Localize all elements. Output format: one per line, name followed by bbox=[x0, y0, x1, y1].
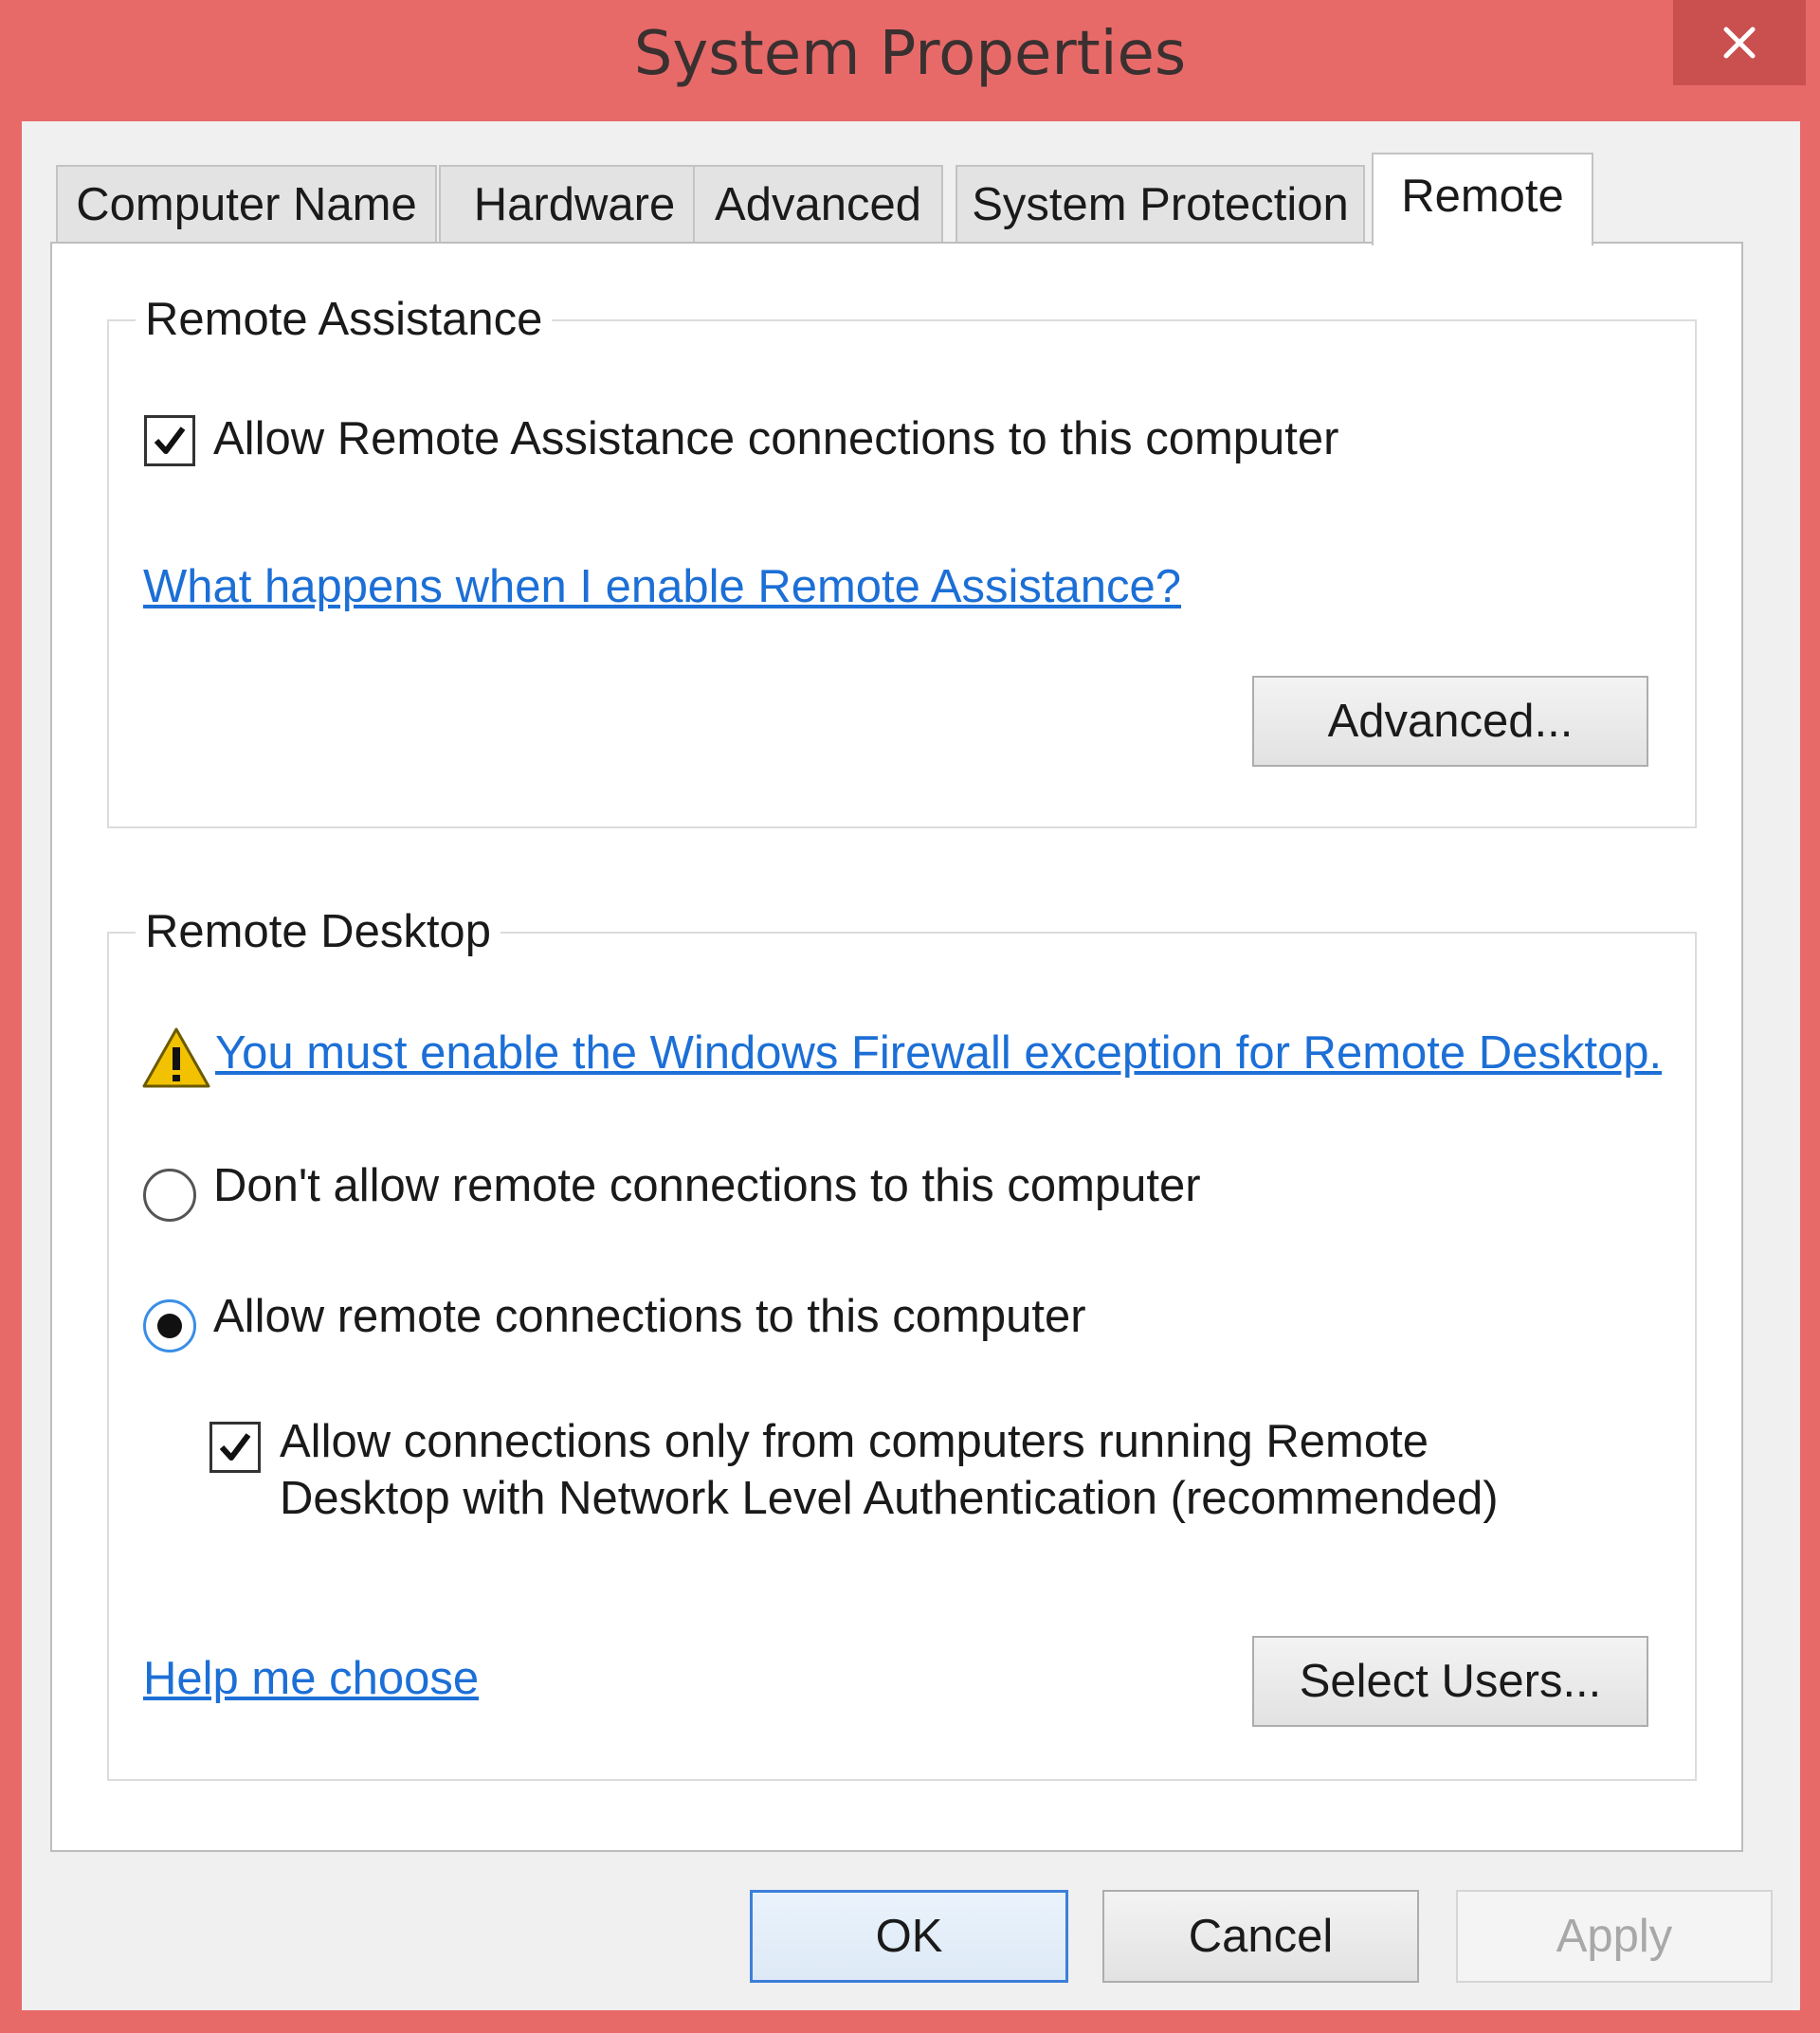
nla-only-label-line2[interactable]: Desktop with Network Level Authenticatio… bbox=[280, 1470, 1499, 1527]
tab-remote[interactable]: Remote bbox=[1372, 153, 1593, 245]
dont-allow-remote-label[interactable]: Don't allow remote connections to this c… bbox=[213, 1157, 1201, 1214]
checkmark-icon bbox=[219, 1433, 251, 1461]
tab-hardware[interactable]: Hardware bbox=[439, 165, 710, 243]
allow-remote-assistance-checkbox[interactable] bbox=[144, 415, 195, 466]
tab-computer-name[interactable]: Computer Name bbox=[56, 165, 437, 243]
remote-assistance-advanced-button[interactable]: Advanced... bbox=[1252, 676, 1648, 767]
apply-button[interactable]: Apply bbox=[1456, 1890, 1773, 1983]
dont-allow-remote-radio[interactable] bbox=[143, 1169, 196, 1222]
nla-only-label-line1[interactable]: Allow connections only from computers ru… bbox=[280, 1413, 1429, 1470]
tab-system-protection[interactable]: System Protection bbox=[956, 165, 1365, 243]
select-users-button[interactable]: Select Users... bbox=[1252, 1636, 1648, 1727]
ok-button[interactable]: OK bbox=[750, 1890, 1068, 1983]
warning-icon bbox=[142, 1027, 210, 1088]
firewall-exception-link[interactable]: You must enable the Windows Firewall exc… bbox=[215, 1025, 1662, 1081]
remote-desktop-group-label: Remote Desktop bbox=[136, 903, 500, 960]
help-me-choose-link[interactable]: Help me choose bbox=[143, 1650, 479, 1707]
tab-advanced[interactable]: Advanced bbox=[693, 165, 943, 243]
nla-only-checkbox[interactable] bbox=[209, 1422, 261, 1473]
title-bar[interactable]: System Properties bbox=[0, 0, 1820, 121]
window-title: System Properties bbox=[633, 19, 1187, 89]
radio-selected-dot bbox=[157, 1314, 182, 1338]
close-icon bbox=[1723, 27, 1756, 59]
remote-assistance-help-link[interactable]: What happens when I enable Remote Assist… bbox=[143, 558, 1181, 615]
checkmark-icon bbox=[154, 427, 186, 454]
allow-remote-radio[interactable] bbox=[143, 1299, 196, 1352]
cancel-button[interactable]: Cancel bbox=[1102, 1890, 1419, 1983]
system-properties-window: System Properties Computer Name Hardware… bbox=[0, 0, 1820, 2033]
remote-tab-panel: Remote Assistance Allow Remote Assistanc… bbox=[50, 242, 1743, 1852]
allow-remote-assistance-label[interactable]: Allow Remote Assistance connections to t… bbox=[213, 410, 1338, 467]
close-button[interactable] bbox=[1673, 0, 1806, 85]
remote-assistance-group-label: Remote Assistance bbox=[136, 291, 553, 348]
allow-remote-label[interactable]: Allow remote connections to this compute… bbox=[213, 1288, 1086, 1345]
dialog-body: Computer Name Hardware Advanced System P… bbox=[22, 121, 1800, 2010]
